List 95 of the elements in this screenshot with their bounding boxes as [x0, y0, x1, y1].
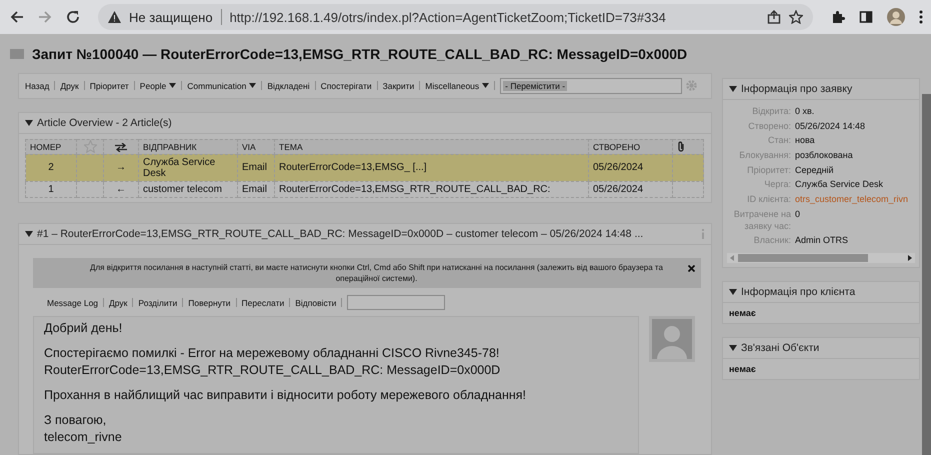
collapse-triangle-icon[interactable] [729, 344, 737, 351]
table-cell: 05/26/2024 [588, 154, 672, 182]
field-label: Власник: [752, 235, 791, 247]
table-cell: Служба Service Desk [138, 154, 238, 182]
panel-heading: Article Overview - 2 Article(s) [37, 116, 172, 129]
field-value: 05/26/2024 14:48 [795, 120, 866, 132]
move-select[interactable]: - Перемістити - [500, 78, 682, 94]
table-cell: 1 [26, 181, 76, 198]
field-label: Пріоритет: [746, 164, 791, 176]
table-cell: RouterErrorCode=13,EMSG_RTR_ROUTE_CALL_BAD_RC: [274, 181, 588, 198]
article-action-link[interactable]: Переслати [242, 298, 284, 308]
article-action-link[interactable]: Повернути [188, 298, 231, 308]
toolbar-link[interactable]: Miscellaneous [425, 80, 490, 91]
column-header[interactable]: ТЕМА [274, 139, 588, 154]
panel-text: немає [728, 306, 757, 320]
table-cell: RouterErrorCode=13,EMSG_ [...] [274, 154, 588, 182]
toolbar-link[interactable]: People [140, 80, 176, 91]
collapse-triangle-icon[interactable] [25, 230, 33, 237]
column-header[interactable]: СТВОРЕНО [588, 139, 672, 154]
side-panel-icon[interactable] [859, 10, 873, 24]
toolbar-link[interactable]: Закрити [382, 80, 414, 91]
caret-icon [482, 83, 490, 88]
scroll-right-icon[interactable] [908, 254, 912, 261]
field-value: нова [795, 135, 816, 148]
toolbar-link[interactable]: Друк [60, 80, 79, 91]
panel-text: немає [728, 362, 757, 376]
security-label: Не защищено [129, 10, 213, 24]
toolbar-link[interactable]: Відкладені [267, 80, 310, 91]
table-cell: customer telecom [138, 181, 238, 198]
article-row[interactable]: 1 ← customer telecom Email RouterErrorCode=13,EMSG_RTR_ROUTE_CALL_BAD_RC: 05/26/2024 [26, 181, 704, 198]
table-cell: Email [238, 154, 274, 182]
warning-icon [108, 11, 121, 23]
article-action-link[interactable]: Друк [109, 298, 128, 308]
title-marker [10, 48, 24, 59]
toolbar-link[interactable]: Назад [25, 80, 50, 91]
swap-arrows-icon [115, 142, 127, 152]
field-label: Створено: [747, 120, 791, 132]
toolbar-link[interactable]: Пріоритет [90, 80, 129, 91]
column-header[interactable]: VIA [238, 139, 274, 154]
user-avatar-icon [649, 316, 695, 362]
puzzle-icon[interactable] [831, 10, 845, 24]
field-label: Стан: [767, 135, 791, 148]
reload-icon[interactable] [66, 10, 80, 24]
address-bar[interactable]: Не защищено http://192.168.1.49/otrs/index.pl?Action=AgentTicketZoom;TicketID=73#334 [98, 4, 813, 30]
field-value: розблокована [795, 150, 854, 162]
url-text: http://192.168.1.49/otrs/index.pl?Action=AgentTicketZoom;TicketID=73#334 [230, 10, 666, 24]
collapse-triangle-icon[interactable] [729, 86, 737, 92]
close-icon[interactable] [688, 264, 695, 272]
toolbar-link[interactable]: Спостерігати [320, 80, 372, 91]
article-heading: #1 – RouterErrorCode=13,EMSG_RTR_ROUTE_CALL_BAD_RC: MessageID=0x000D – customer telecom – 05/26/2024 14:48 ... [37, 228, 644, 240]
back-icon[interactable] [10, 10, 24, 24]
message-paragraph: Спостерігаємо помилкі - Error на мережевому обладнанні CISCO Rivne345-78! RouterErrorCode=13,EMSG_RTR_ROUTE_CALL_BAD_RC: MessageID=0x000D [44, 345, 502, 379]
collapse-triangle-icon[interactable] [729, 288, 737, 295]
field-label: ID клієнта: [746, 194, 791, 206]
column-header[interactable] [672, 139, 704, 154]
field-value: 0 хв. [795, 106, 816, 118]
panel-heading: Зв'язані Об'єкти [741, 342, 820, 354]
field-label: Витрачене на заявку час: [732, 208, 791, 232]
star-icon [84, 140, 96, 154]
field-value: 0 [795, 208, 802, 221]
message-paragraph: Добрий день! [44, 320, 124, 337]
field-label: Відкрита: [751, 106, 791, 118]
caret-icon [249, 83, 256, 88]
selected-option: - Перемістити - [503, 80, 568, 91]
share-icon[interactable] [767, 10, 781, 24]
table-cell: 2 [26, 154, 76, 182]
message-paragraph: З повагою, telecom_rivne [44, 412, 123, 446]
avatar-icon[interactable] [887, 8, 905, 26]
column-header[interactable] [104, 139, 138, 154]
field-label: Блокування: [738, 150, 791, 162]
menu-icon[interactable] [919, 10, 923, 24]
table-cell: Email [238, 181, 274, 198]
column-header[interactable]: НОМЕР [26, 139, 76, 154]
field-value: Служба Service Desk [795, 179, 884, 192]
field-label: Черга: [763, 179, 791, 192]
message-paragraph: Прохання в найблищий час виправити і відносити роботу мережевого обладнання! [44, 387, 528, 404]
panel-heading: Інформація про заявку [741, 83, 852, 95]
article-action-link[interactable]: Розділити [138, 298, 178, 308]
caret-icon [169, 83, 176, 88]
article-row[interactable]: 2 → Служба Service Desk Email RouterErrorCode=13,EMSG_ [...] 05/26/2024 [26, 154, 704, 182]
scrollbar[interactable] [922, 94, 931, 455]
field-value: Admin OTRS [795, 235, 850, 247]
column-header[interactable]: ВІДПРАВНИК [138, 139, 238, 154]
article-action-link[interactable]: Message Log [47, 298, 98, 308]
panel-heading: Інформація про клієнта [741, 286, 856, 298]
article-action-link[interactable]: Відповісти [295, 298, 336, 308]
horizontal-scrollbar[interactable] [727, 252, 915, 263]
field-value: Середній [795, 164, 835, 176]
bookmark-star-icon[interactable] [789, 10, 803, 24]
toolbar-link[interactable]: Communication [187, 80, 256, 91]
table-cell: 05/26/2024 [588, 181, 672, 198]
paperclip-icon [677, 141, 685, 152]
notice-text: Для відкриття посилання в наступній статті, ви маєте натиснути кнопки Ctrl, Cmd або Shift при натисканні на посилання (залежить від вашого браузера та операційної системи). [89, 262, 664, 284]
collapse-triangle-icon[interactable] [25, 120, 33, 126]
page-title: Запит №100040 — RouterErrorCode=13,EMSG_RTR_ROUTE_CALL_BAD_RC: MessageID=0x000D [32, 46, 688, 62]
